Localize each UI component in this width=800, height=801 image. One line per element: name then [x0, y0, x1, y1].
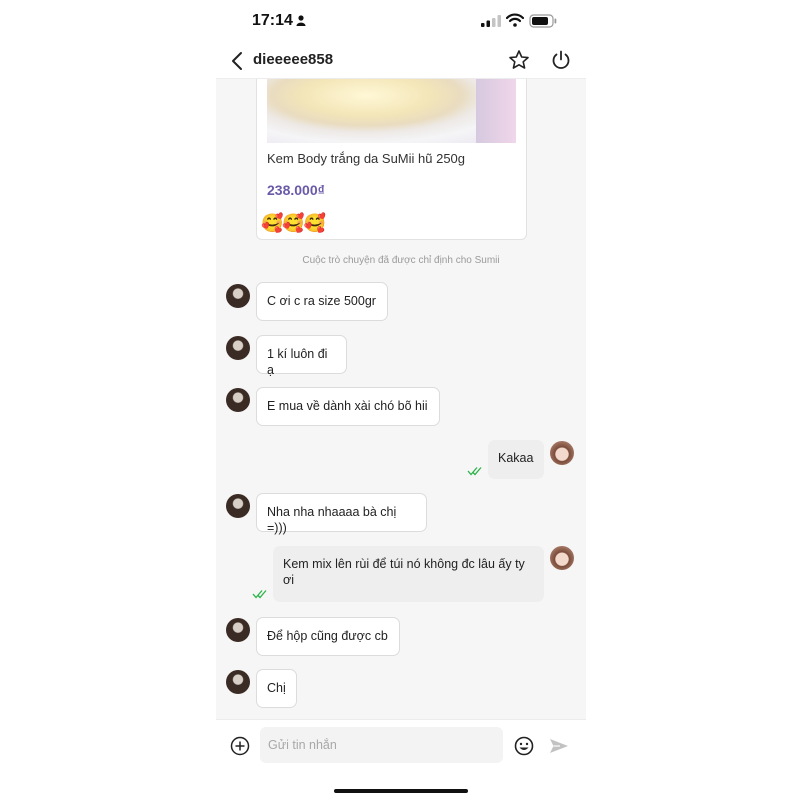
emoji-reactions: 🥰🥰🥰	[261, 213, 326, 233]
system-note: Cuộc trò chuyện đã được chỉ định cho Sum…	[302, 255, 500, 266]
contact-avatar[interactable]	[226, 618, 250, 642]
message-text: 1 kí luôn đi ạ	[267, 347, 328, 377]
message-bubble-incoming[interactable]: E mua về dành xài chó bõ hii	[256, 387, 440, 426]
product-jar-image	[476, 79, 516, 143]
battery-icon	[529, 14, 557, 28]
message-text: C ơi c ra size 500gr	[267, 294, 376, 308]
power-icon[interactable]	[550, 49, 572, 71]
composer-bar	[216, 719, 586, 801]
message-text: Kem mix lên rùi để túi nó không đc lâu ấ…	[283, 557, 525, 587]
contact-avatar[interactable]	[226, 494, 250, 518]
product-price: 238.000₫	[267, 182, 325, 198]
person-icon	[296, 15, 306, 26]
message-text: Chị	[267, 681, 286, 695]
message-bubble-incoming[interactable]: Nha nha nhaaaa bà chị =)))	[256, 493, 427, 535]
message-text: Để hộp cũng được cb	[267, 629, 388, 643]
contact-avatar[interactable]	[226, 388, 250, 412]
emoji-icon[interactable]	[514, 736, 534, 756]
message-bubble-incoming[interactable]: Chị	[256, 669, 297, 708]
add-icon[interactable]	[230, 736, 250, 756]
my-avatar[interactable]	[550, 441, 574, 465]
message-bubble-outgoing[interactable]: Kakaa	[488, 440, 544, 479]
message-bubble-incoming[interactable]: Để hộp cũng được cb	[256, 617, 400, 656]
star-icon[interactable]	[508, 49, 530, 71]
status-bar: 17:14	[216, 0, 586, 44]
message-list[interactable]: Kem Body trắng da SuMii hũ 250g 238.000₫…	[216, 79, 586, 719]
read-check-icon	[467, 467, 482, 476]
message-text: E mua về dành xài chó bõ hii	[267, 399, 428, 413]
phone-screen: 17:14 dieeeee858 Kem Body trắng da SuMii…	[216, 0, 586, 801]
message-bubble-incoming[interactable]: C ơi c ra size 500gr	[256, 282, 388, 321]
send-icon[interactable]	[549, 737, 569, 755]
product-image	[267, 79, 516, 143]
read-check-icon	[252, 590, 267, 599]
my-avatar[interactable]	[550, 546, 574, 570]
wifi-icon	[506, 13, 524, 27]
signal-icon	[481, 15, 501, 27]
contact-avatar[interactable]	[226, 336, 250, 360]
status-time: 17:14	[252, 12, 293, 29]
contact-avatar[interactable]	[226, 284, 250, 308]
product-name: Kem Body trắng da SuMii hũ 250g	[267, 151, 466, 166]
chat-title: dieeeee858	[253, 51, 334, 68]
message-bubble-incoming[interactable]: 1 kí luôn đi ạ	[256, 335, 347, 377]
message-bubble-outgoing[interactable]: Kem mix lên rùi để túi nó không đc lâu ấ…	[273, 546, 544, 602]
home-indicator[interactable]	[334, 789, 468, 793]
message-text: Nha nha nhaaaa bà chị =)))	[267, 505, 397, 535]
chat-header: dieeeee858	[216, 44, 586, 79]
message-input[interactable]	[260, 727, 503, 763]
message-text: Kakaa	[498, 451, 534, 465]
contact-avatar[interactable]	[226, 670, 250, 694]
back-icon[interactable]	[230, 51, 244, 71]
